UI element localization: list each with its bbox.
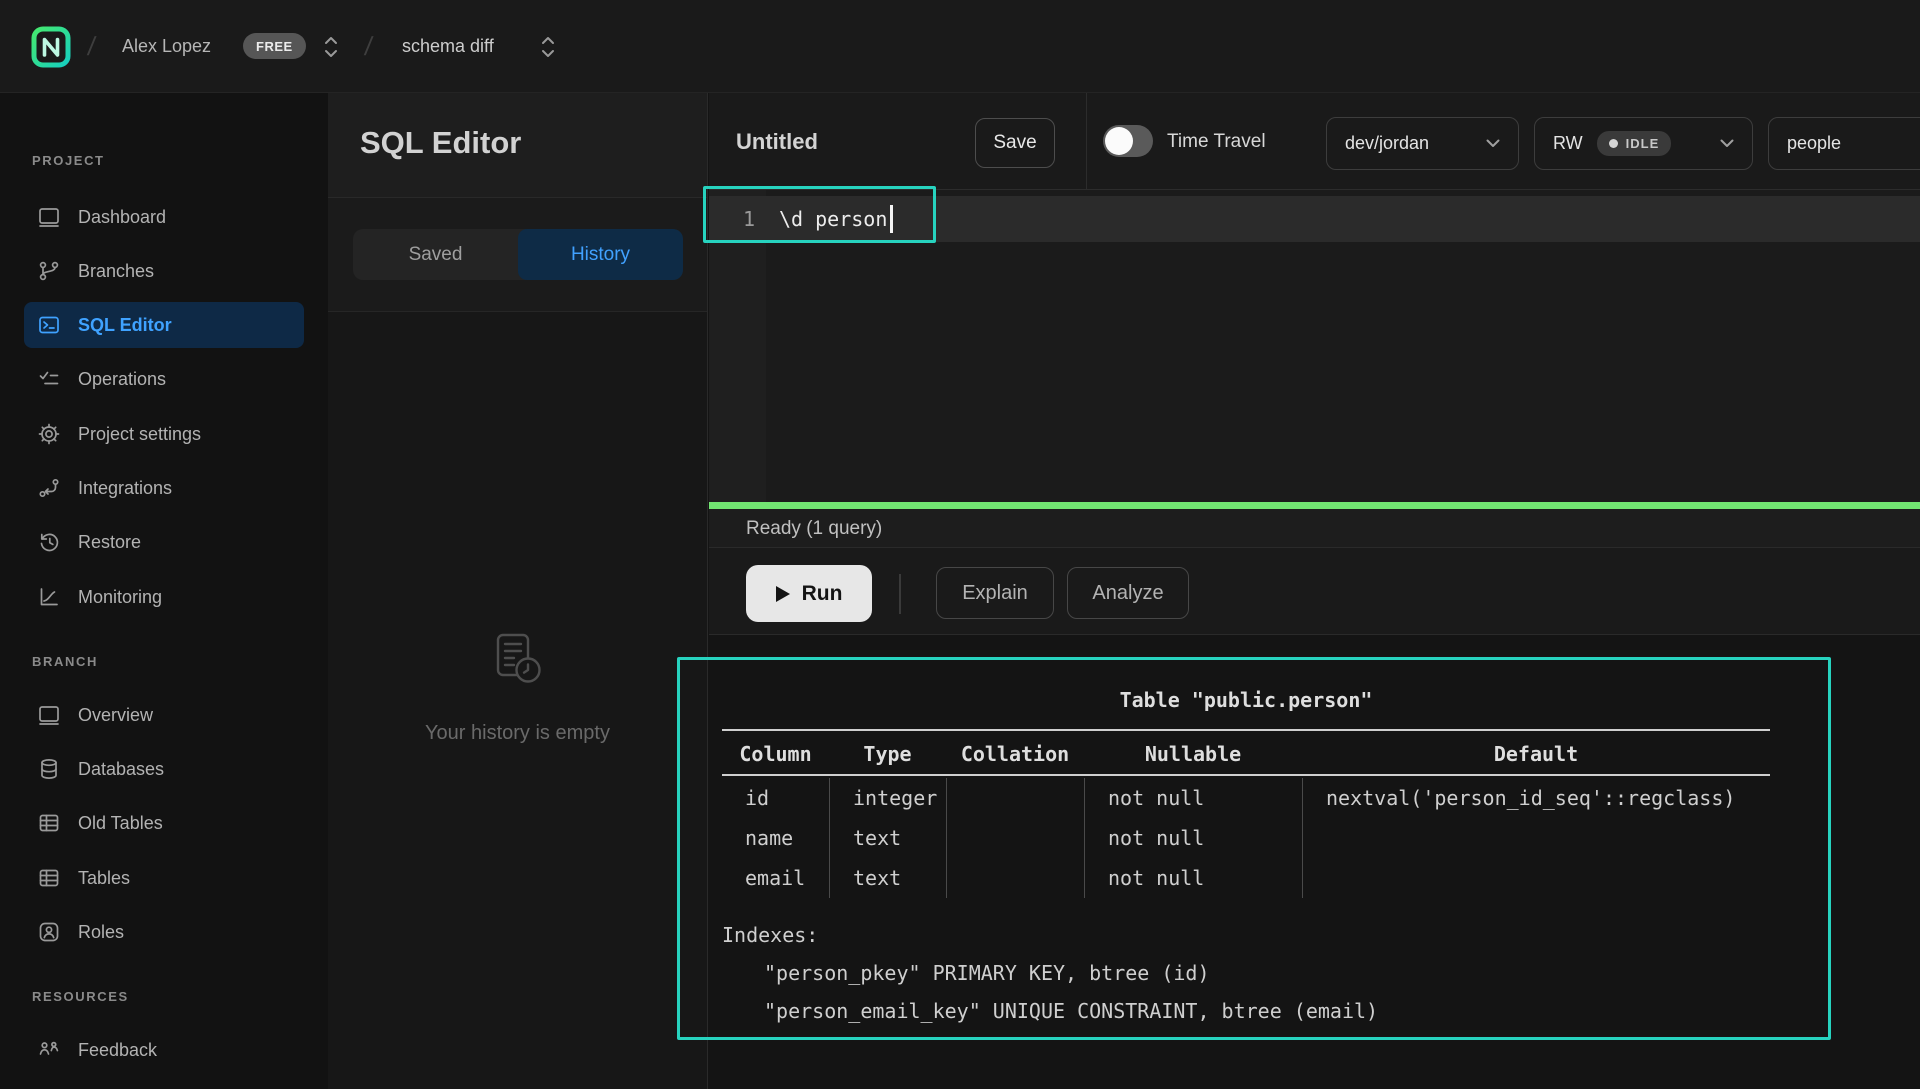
table-grid-icon xyxy=(37,811,61,835)
sidebar-item-databases[interactable]: Databases xyxy=(24,746,304,792)
sidebar-item-label: Overview xyxy=(78,705,153,726)
sidebar-item-label: Tables xyxy=(78,868,130,889)
database-icon xyxy=(37,757,61,781)
run-button[interactable]: Run xyxy=(746,565,872,622)
chevron-down-icon xyxy=(1486,139,1500,148)
tab-history[interactable]: History xyxy=(518,229,683,280)
user-badge-icon xyxy=(37,920,61,944)
sidebar-item-monitoring[interactable]: Monitoring xyxy=(24,574,304,620)
empty-history-icon xyxy=(487,630,549,697)
sidebar-item-label: Dashboard xyxy=(78,207,166,228)
sidebar-item-tables[interactable]: Tables xyxy=(24,855,304,901)
sidebar-item-label: Branches xyxy=(78,261,154,282)
database-select-value: people xyxy=(1787,133,1841,154)
sql-editor-icon xyxy=(37,313,61,337)
explain-button[interactable]: Explain xyxy=(936,567,1054,619)
branches-icon xyxy=(37,259,61,283)
sidebar-section-branch: BRANCH xyxy=(32,654,98,669)
time-travel-toggle[interactable] xyxy=(1103,125,1153,157)
sidebar-item-label: Old Tables xyxy=(78,813,163,834)
sidebar-item-label: Roles xyxy=(78,922,124,943)
feedback-people-icon xyxy=(37,1038,61,1062)
sidebar-item-operations[interactable]: Operations xyxy=(24,356,304,402)
sidebar-item-overview[interactable]: Overview xyxy=(24,692,304,738)
operations-icon xyxy=(37,367,61,391)
sidebar-item-label: Feedback xyxy=(78,1040,157,1061)
sidebar-item-sql-editor[interactable]: SQL Editor xyxy=(24,302,304,348)
history-list: Your history is empty xyxy=(328,312,707,1089)
query-tab-title: Untitled xyxy=(736,93,818,190)
sidebar-item-label: SQL Editor xyxy=(78,315,172,336)
sidebar-item-integrations[interactable]: Integrations xyxy=(24,465,304,511)
tab-saved[interactable]: Saved xyxy=(353,229,518,280)
sidebar-item-label: Restore xyxy=(78,532,141,553)
status-bar: Ready (1 query) xyxy=(709,509,1920,548)
monitoring-chart-icon xyxy=(37,585,61,609)
sidebar-item-label: Integrations xyxy=(78,478,172,499)
integrations-icon xyxy=(37,476,61,500)
top-bar: Alex Lopez FREE schema diff xyxy=(0,0,1920,93)
compute-mode: RW xyxy=(1553,133,1583,154)
breadcrumb-user[interactable]: Alex Lopez xyxy=(122,0,211,93)
sidebar-item-label: Monitoring xyxy=(78,587,162,608)
branch-select[interactable]: dev/jordan xyxy=(1326,117,1519,170)
text-cursor xyxy=(890,205,893,233)
line-number: 1 xyxy=(709,207,755,231)
sidebar-item-old-tables[interactable]: Old Tables xyxy=(24,800,304,846)
branch-select-value: dev/jordan xyxy=(1345,133,1429,154)
sidebar-item-dashboard[interactable]: Dashboard xyxy=(24,194,304,240)
play-icon xyxy=(776,586,790,602)
sidebar-section-resources: RESOURCES xyxy=(32,989,129,1004)
code-editor[interactable]: 1 \d person xyxy=(709,190,1920,502)
breadcrumb-separator xyxy=(88,0,95,93)
code-text: \d person xyxy=(779,207,887,231)
active-code-line[interactable]: 1 \d person xyxy=(709,196,1920,242)
results-panel xyxy=(709,635,1920,1089)
status-badge: IDLE xyxy=(1597,131,1672,156)
table-grid-icon xyxy=(37,866,61,890)
sidebar-section-project: PROJECT xyxy=(32,153,105,168)
breadcrumb-project[interactable]: schema diff xyxy=(402,0,494,93)
dashboard-icon xyxy=(37,205,61,229)
user-switcher-chevrons-icon[interactable] xyxy=(322,31,340,63)
neon-logo[interactable] xyxy=(31,26,71,68)
gear-icon xyxy=(37,422,61,446)
breadcrumb-separator xyxy=(365,0,372,93)
action-bar: Run Explain Analyze xyxy=(709,548,1920,635)
analyze-button[interactable]: Analyze xyxy=(1067,567,1189,619)
sidebar-item-label: Project settings xyxy=(78,424,201,445)
saved-history-tabs-zone: Saved History xyxy=(328,198,707,312)
empty-history-message: Your history is empty xyxy=(328,722,707,745)
page-title: SQL Editor xyxy=(360,125,521,161)
idle-status-dot xyxy=(1609,139,1618,148)
plan-badge: FREE xyxy=(243,33,306,59)
sql-editor-panel-header: SQL Editor xyxy=(328,93,707,198)
query-progress-bar xyxy=(709,502,1920,509)
sidebar-item-label: Operations xyxy=(78,369,166,390)
sidebar: PROJECT Dashboard Branches SQL Editor Op… xyxy=(0,93,328,1089)
editor-header: Untitled Save Time Travel dev/jordan RW … xyxy=(709,93,1920,190)
sidebar-item-project-settings[interactable]: Project settings xyxy=(24,411,304,457)
status-text: Ready (1 query) xyxy=(746,509,882,548)
overview-icon xyxy=(37,703,61,727)
segmented-control: Saved History xyxy=(353,229,683,280)
compute-select[interactable]: RW IDLE xyxy=(1534,117,1753,170)
project-switcher-chevrons-icon[interactable] xyxy=(539,31,557,63)
query-editor-panel: Untitled Save Time Travel dev/jordan RW … xyxy=(709,93,1920,1089)
restore-clock-icon xyxy=(37,530,61,554)
sidebar-item-roles[interactable]: Roles xyxy=(24,909,304,955)
chevron-down-icon xyxy=(1720,139,1734,148)
button-divider xyxy=(899,574,901,614)
sidebar-item-feedback[interactable]: Feedback xyxy=(24,1027,304,1073)
time-travel-label: Time Travel xyxy=(1167,93,1266,190)
sidebar-item-restore[interactable]: Restore xyxy=(24,519,304,565)
toggle-knob xyxy=(1105,127,1133,155)
database-select[interactable]: people xyxy=(1768,117,1920,170)
save-button[interactable]: Save xyxy=(975,118,1055,168)
sidebar-item-branches[interactable]: Branches xyxy=(24,248,304,294)
header-divider xyxy=(1086,93,1087,190)
sidebar-item-label: Databases xyxy=(78,759,164,780)
sql-editor-panel: SQL Editor Saved History Your history is… xyxy=(328,93,708,1089)
